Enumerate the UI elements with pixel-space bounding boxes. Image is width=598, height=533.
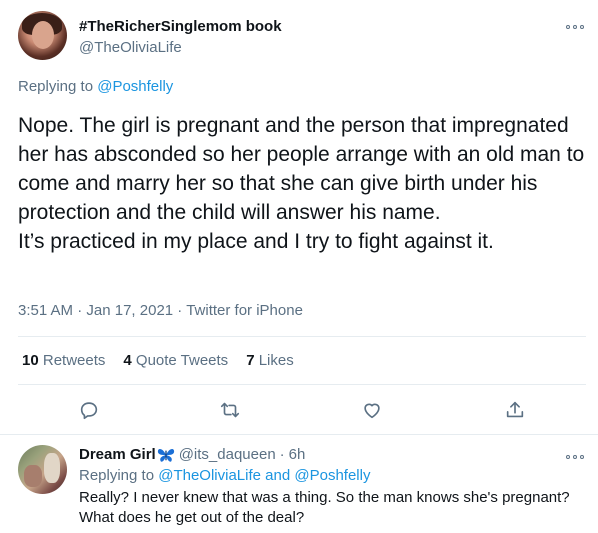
reply-text: Really? I never knew that was a thing. S… [79,489,570,526]
avatar[interactable] [18,445,67,494]
avatar-shape [24,465,42,487]
avatar[interactable] [18,11,67,60]
avatar-shape [44,453,60,483]
tweet-time[interactable]: 3:51 AM [18,302,73,319]
more-icon[interactable] [566,452,584,462]
more-dot [573,25,577,29]
replying-prefix: Replying to [18,78,98,95]
user-handle[interactable]: @its_daqueen [179,446,276,463]
more-icon[interactable] [566,22,584,32]
replying-to-mention-1[interactable]: @TheOliviaLife [158,467,261,484]
retweets-stat[interactable]: 10 Retweets [22,352,105,369]
display-name[interactable]: #TheRicherSinglemom book [79,18,282,35]
quotes-label: Quote Tweets [135,352,229,369]
likes-stat[interactable]: 7 Likes [246,352,294,369]
more-dot [580,25,584,29]
replying-to-line: Replying to @TheOliviaLife and @Poshfell… [79,467,370,484]
main-tweet: #TheRicherSinglemom book @TheOliviaLife … [0,0,598,435]
more-dot [566,455,570,459]
replying-to-mention[interactable]: @Poshfelly [97,78,173,95]
avatar-face [32,21,54,49]
heart-icon[interactable] [360,398,384,422]
divider [18,336,586,337]
tweet-source[interactable]: Twitter for iPhone [186,302,303,319]
header-separator: · [279,446,285,463]
replying-to-mention-2[interactable]: @Poshfelly [294,467,370,484]
retweet-icon[interactable] [218,398,242,422]
tweet-date[interactable]: Jan 17, 2021 [86,302,173,319]
share-icon[interactable] [503,398,527,422]
replying-and: and [261,467,295,484]
meta-separator: · [73,302,87,319]
quotes-count: 4 [123,352,132,369]
likes-count: 7 [246,352,255,369]
user-handle[interactable]: @TheOliviaLife [79,39,182,56]
replying-prefix: Replying to [79,467,159,484]
quote-tweets-stat[interactable]: 4 Quote Tweets [123,352,228,369]
retweets-count: 10 [22,352,39,369]
replying-to-line: Replying to @Poshfelly [18,78,173,95]
retweets-label: Retweets [42,352,106,369]
reply-icon[interactable] [77,398,101,422]
more-dot [580,455,584,459]
more-dot [566,25,570,29]
divider [18,384,586,385]
tweet-text: Nope. The girl is pregnant and the perso… [18,114,585,253]
action-bar [0,396,598,424]
display-name[interactable]: Dream Girl [79,446,156,463]
reply-time[interactable]: 6h [289,446,306,463]
tweet-stats: 10 Retweets 4 Quote Tweets 7 Likes [22,352,294,369]
reply-header: Dream Girl @its_daqueen · 6h [79,446,305,463]
more-dot [573,455,577,459]
reply-tweet[interactable]: Dream Girl @its_daqueen · 6h Replying to… [0,435,598,533]
tweet-meta: 3:51 AM · Jan 17, 2021 · Twitter for iPh… [18,302,303,319]
likes-label: Likes [258,352,294,369]
meta-separator: · [173,302,187,319]
butterfly-icon [157,447,175,463]
